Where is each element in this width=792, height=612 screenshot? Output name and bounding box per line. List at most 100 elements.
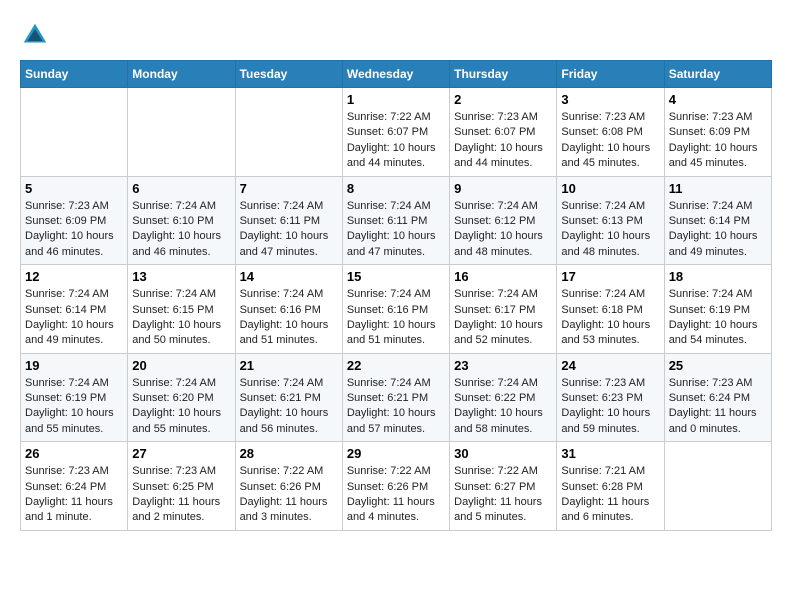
calendar-cell: 19 Sunrise: 7:24 AM Sunset: 6:19 PM Dayli…: [21, 353, 128, 442]
day-info: Sunrise: 7:24 AM Sunset: 6:22 PM Dayligh…: [454, 376, 552, 438]
day-number: 30: [454, 446, 552, 461]
day-number: 16: [454, 269, 552, 284]
day-info: Sunrise: 7:24 AM Sunset: 6:16 PM Dayligh…: [240, 287, 338, 349]
calendar-cell: 5 Sunrise: 7:23 AM Sunset: 6:09 PM Daylig…: [21, 176, 128, 265]
calendar-cell: 29Sunrise: 7:22 AM Sunset: 6:26 PM Dayli…: [342, 442, 449, 531]
calendar-cell: 23Sunrise: 7:24 AM Sunset: 6:22 PM Dayli…: [450, 353, 557, 442]
logo-icon: [20, 20, 50, 50]
calendar-cell: 2 Sunrise: 7:23 AM Sunset: 6:07 PM Daylig…: [450, 88, 557, 177]
calendar-cell: 11 Sunrise: 7:24 AM Sunset: 6:14 PM Dayli…: [664, 176, 771, 265]
day-info: Sunrise: 7:23 AM Sunset: 6:08 PM Dayligh…: [561, 110, 659, 172]
day-info: Sunrise: 7:24 AM Sunset: 6:16 PM Dayligh…: [347, 287, 445, 349]
day-number: 21: [240, 358, 338, 373]
day-number: 17: [561, 269, 659, 284]
calendar-cell: 18 Sunrise: 7:24 AM Sunset: 6:19 PM Dayli…: [664, 265, 771, 354]
day-number: 11: [669, 181, 767, 196]
day-info: Sunrise: 7:23 AM Sunset: 6:09 PM Dayligh…: [669, 110, 767, 172]
day-number: 12: [25, 269, 123, 284]
day-info: Sunrise: 7:24 AM Sunset: 6:21 PM Dayligh…: [347, 376, 445, 438]
day-info: Sunrise: 7:24 AM Sunset: 6:15 PM Dayligh…: [132, 287, 230, 349]
calendar-cell: 4Sunrise: 7:23 AM Sunset: 6:09 PM Daylig…: [664, 88, 771, 177]
day-info: Sunrise: 7:22 AM Sunset: 6:27 PM Dayligh…: [454, 464, 552, 526]
day-info: Sunrise: 7:22 AM Sunset: 6:26 PM Dayligh…: [240, 464, 338, 526]
day-info: Sunrise: 7:23 AM Sunset: 6:09 PM Dayligh…: [25, 199, 123, 261]
calendar-cell: [21, 88, 128, 177]
day-header-wednesday: Wednesday: [342, 61, 449, 88]
day-number: 22: [347, 358, 445, 373]
day-number: 27: [132, 446, 230, 461]
calendar-cell: 16 Sunrise: 7:24 AM Sunset: 6:17 PM Dayli…: [450, 265, 557, 354]
day-number: 20: [132, 358, 230, 373]
calendar-cell: [664, 442, 771, 531]
calendar-cell: [235, 88, 342, 177]
calendar-cell: 13Sunrise: 7:24 AM Sunset: 6:15 PM Dayli…: [128, 265, 235, 354]
calendar-cell: 24 Sunrise: 7:23 AM Sunset: 6:23 PM Dayli…: [557, 353, 664, 442]
calendar-cell: [128, 88, 235, 177]
day-number: 8: [347, 181, 445, 196]
calendar-cell: 14 Sunrise: 7:24 AM Sunset: 6:16 PM Dayli…: [235, 265, 342, 354]
day-number: 6: [132, 181, 230, 196]
calendar-cell: 12 Sunrise: 7:24 AM Sunset: 6:14 PM Dayli…: [21, 265, 128, 354]
day-number: 5: [25, 181, 123, 196]
day-number: 28: [240, 446, 338, 461]
day-info: Sunrise: 7:24 AM Sunset: 6:14 PM Dayligh…: [25, 287, 123, 349]
week-row-4: 19 Sunrise: 7:24 AM Sunset: 6:19 PM Dayli…: [21, 353, 772, 442]
week-row-3: 12 Sunrise: 7:24 AM Sunset: 6:14 PM Dayli…: [21, 265, 772, 354]
calendar-cell: 10 Sunrise: 7:24 AM Sunset: 6:13 PM Dayli…: [557, 176, 664, 265]
day-info: Sunrise: 7:24 AM Sunset: 6:11 PM Dayligh…: [347, 199, 445, 261]
calendar-cell: 7Sunrise: 7:24 AM Sunset: 6:11 PM Daylig…: [235, 176, 342, 265]
day-header-thursday: Thursday: [450, 61, 557, 88]
calendar-cell: 6 Sunrise: 7:24 AM Sunset: 6:10 PM Daylig…: [128, 176, 235, 265]
calendar-table: SundayMondayTuesdayWednesdayThursdayFrid…: [20, 60, 772, 531]
calendar-cell: 30 Sunrise: 7:22 AM Sunset: 6:27 PM Dayli…: [450, 442, 557, 531]
day-number: 24: [561, 358, 659, 373]
page-header: [20, 20, 772, 50]
day-info: Sunrise: 7:24 AM Sunset: 6:17 PM Dayligh…: [454, 287, 552, 349]
day-info: Sunrise: 7:24 AM Sunset: 6:14 PM Dayligh…: [669, 199, 767, 261]
day-number: 31: [561, 446, 659, 461]
days-header-row: SundayMondayTuesdayWednesdayThursdayFrid…: [21, 61, 772, 88]
day-number: 18: [669, 269, 767, 284]
day-number: 2: [454, 92, 552, 107]
calendar-cell: 31Sunrise: 7:21 AM Sunset: 6:28 PM Dayli…: [557, 442, 664, 531]
day-number: 9: [454, 181, 552, 196]
day-number: 3: [561, 92, 659, 107]
day-info: Sunrise: 7:24 AM Sunset: 6:21 PM Dayligh…: [240, 376, 338, 438]
day-info: Sunrise: 7:24 AM Sunset: 6:19 PM Dayligh…: [25, 376, 123, 438]
day-info: Sunrise: 7:22 AM Sunset: 6:07 PM Dayligh…: [347, 110, 445, 172]
calendar-cell: 17 Sunrise: 7:24 AM Sunset: 6:18 PM Dayli…: [557, 265, 664, 354]
week-row-5: 26 Sunrise: 7:23 AM Sunset: 6:24 PM Dayli…: [21, 442, 772, 531]
calendar-cell: 1 Sunrise: 7:22 AM Sunset: 6:07 PM Daylig…: [342, 88, 449, 177]
calendar-cell: 27 Sunrise: 7:23 AM Sunset: 6:25 PM Dayli…: [128, 442, 235, 531]
day-number: 15: [347, 269, 445, 284]
day-info: Sunrise: 7:23 AM Sunset: 6:25 PM Dayligh…: [132, 464, 230, 526]
calendar-cell: 21 Sunrise: 7:24 AM Sunset: 6:21 PM Dayli…: [235, 353, 342, 442]
day-info: Sunrise: 7:23 AM Sunset: 6:07 PM Dayligh…: [454, 110, 552, 172]
day-info: Sunrise: 7:24 AM Sunset: 6:20 PM Dayligh…: [132, 376, 230, 438]
day-number: 19: [25, 358, 123, 373]
day-number: 29: [347, 446, 445, 461]
calendar-cell: 9Sunrise: 7:24 AM Sunset: 6:12 PM Daylig…: [450, 176, 557, 265]
calendar-cell: 25Sunrise: 7:23 AM Sunset: 6:24 PM Dayli…: [664, 353, 771, 442]
calendar-cell: 20 Sunrise: 7:24 AM Sunset: 6:20 PM Dayli…: [128, 353, 235, 442]
calendar-cell: 28 Sunrise: 7:22 AM Sunset: 6:26 PM Dayli…: [235, 442, 342, 531]
day-info: Sunrise: 7:24 AM Sunset: 6:18 PM Dayligh…: [561, 287, 659, 349]
day-number: 26: [25, 446, 123, 461]
day-info: Sunrise: 7:24 AM Sunset: 6:19 PM Dayligh…: [669, 287, 767, 349]
day-info: Sunrise: 7:24 AM Sunset: 6:13 PM Dayligh…: [561, 199, 659, 261]
calendar-cell: 3 Sunrise: 7:23 AM Sunset: 6:08 PM Daylig…: [557, 88, 664, 177]
calendar-cell: 22 Sunrise: 7:24 AM Sunset: 6:21 PM Dayli…: [342, 353, 449, 442]
day-info: Sunrise: 7:23 AM Sunset: 6:23 PM Dayligh…: [561, 376, 659, 438]
day-number: 14: [240, 269, 338, 284]
day-number: 7: [240, 181, 338, 196]
day-info: Sunrise: 7:23 AM Sunset: 6:24 PM Dayligh…: [25, 464, 123, 526]
day-number: 1: [347, 92, 445, 107]
day-number: 10: [561, 181, 659, 196]
week-row-2: 5 Sunrise: 7:23 AM Sunset: 6:09 PM Daylig…: [21, 176, 772, 265]
calendar-cell: 15 Sunrise: 7:24 AM Sunset: 6:16 PM Dayli…: [342, 265, 449, 354]
calendar-cell: 26 Sunrise: 7:23 AM Sunset: 6:24 PM Dayli…: [21, 442, 128, 531]
logo: [20, 20, 52, 50]
day-info: Sunrise: 7:23 AM Sunset: 6:24 PM Dayligh…: [669, 376, 767, 438]
day-header-sunday: Sunday: [21, 61, 128, 88]
day-info: Sunrise: 7:24 AM Sunset: 6:10 PM Dayligh…: [132, 199, 230, 261]
